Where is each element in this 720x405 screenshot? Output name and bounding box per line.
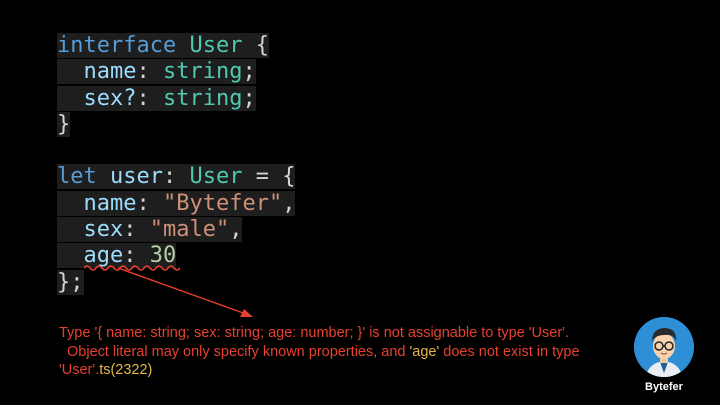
error-text: Object literal may only specify known pr… (67, 343, 410, 360)
error-message: Type '{ name: string; sex: string; age: … (59, 324, 619, 380)
brand-badge: Bytefer (634, 317, 694, 393)
error-highlight-age: 'age' (409, 343, 440, 360)
error-line-1: Type '{ name: string; sex: string; age: … (59, 325, 569, 341)
error-line-3: 'User'.ts(2322) (59, 361, 619, 380)
brand-name: Bytefer (645, 381, 683, 393)
error-line-2: Object literal may only specify known pr… (59, 343, 619, 362)
error-text: does not exist in type (439, 343, 580, 360)
error-text: 'User'. (59, 362, 100, 378)
developer-avatar-icon (634, 317, 694, 377)
error-code: ts(2322) (99, 362, 153, 378)
